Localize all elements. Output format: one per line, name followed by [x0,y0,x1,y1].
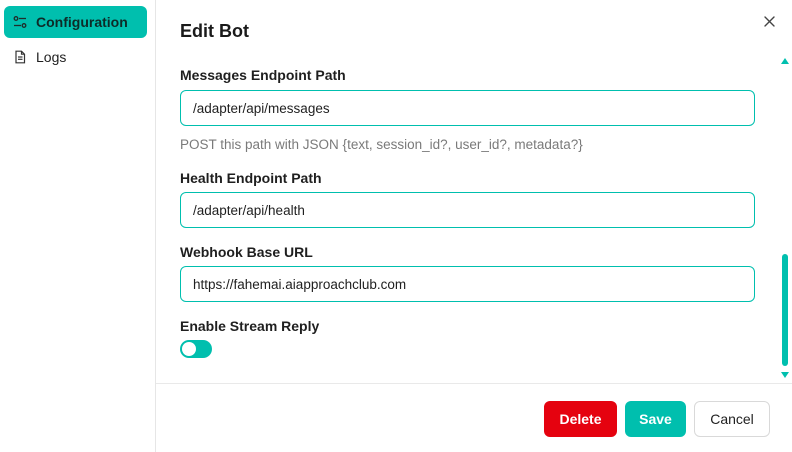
sidebar-item-label: Logs [36,49,67,65]
webhook-base-url-label: Webhook Base URL [180,244,313,260]
stream-reply-toggle[interactable] [180,340,212,358]
stream-reply-label: Enable Stream Reply [180,318,320,334]
messages-endpoint-hint: POST this path with JSON {text, session_… [180,137,583,152]
webhook-base-url-input[interactable] [180,266,755,302]
document-icon [13,50,27,64]
scrollbar[interactable] [781,58,789,378]
close-icon[interactable] [762,14,776,28]
sliders-icon [13,15,27,29]
messages-endpoint-label: Messages Endpoint Path [180,67,346,83]
scrollbar-thumb[interactable] [782,254,788,366]
toggle-knob [182,342,196,356]
scroll-up-icon[interactable] [781,58,789,64]
cancel-button[interactable]: Cancel [694,401,770,437]
sidebar: Configuration Logs [0,0,156,452]
save-button[interactable]: Save [625,401,686,437]
edit-bot-modal: Edit Bot Messages Endpoint Path POST thi… [156,0,792,452]
scroll-down-icon[interactable] [781,372,789,378]
sidebar-item-logs[interactable]: Logs [4,41,147,73]
sidebar-item-configuration[interactable]: Configuration [4,6,147,38]
modal-title: Edit Bot [180,21,249,41]
delete-button[interactable]: Delete [544,401,617,437]
modal-footer: Delete Save Cancel [156,383,792,452]
health-endpoint-label: Health Endpoint Path [180,170,322,186]
sidebar-item-label: Configuration [36,14,128,30]
health-endpoint-input[interactable] [180,192,755,228]
messages-endpoint-input[interactable] [180,90,755,126]
